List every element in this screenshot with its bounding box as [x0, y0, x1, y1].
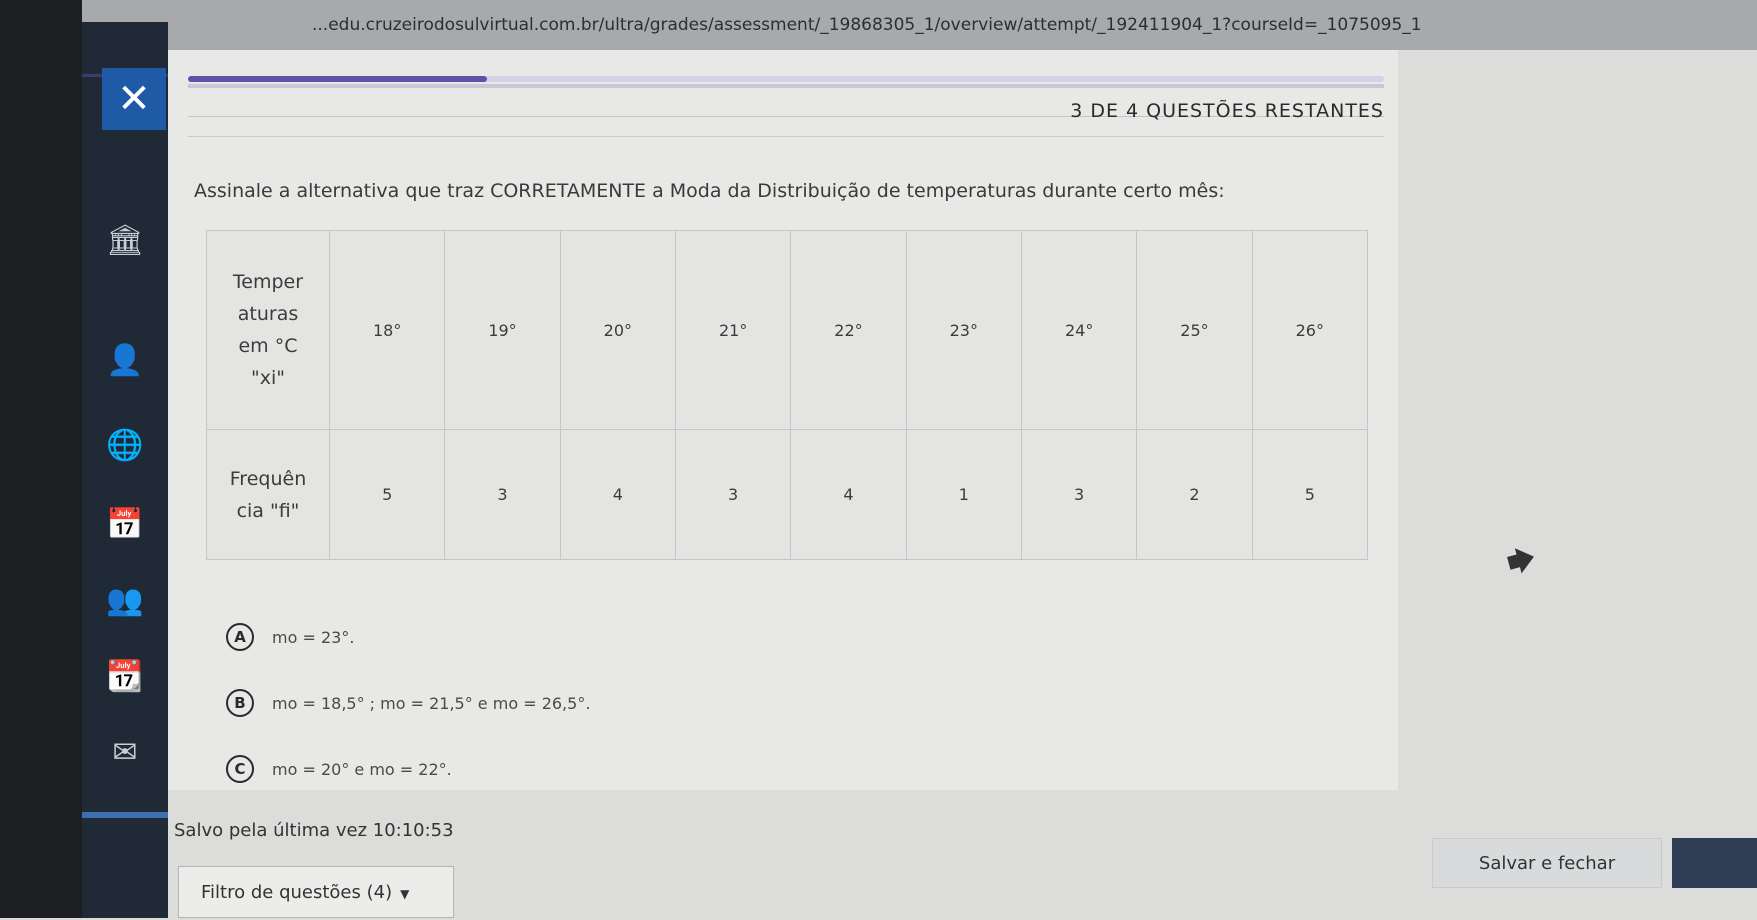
question-filter-label: Filtro de questões (4)	[201, 882, 393, 903]
frequency-cell: 5	[1251, 429, 1369, 560]
frequency-cell: 1	[905, 429, 1022, 560]
globe-icon[interactable]: 🌐	[106, 427, 144, 465]
temperature-cell: 22°	[790, 230, 907, 430]
temperature-header-cell: Temper aturas em °C "xi"	[206, 230, 330, 430]
table-row-temperatures: Temper aturas em °C "xi" 18° 19° 20° 21° 22…	[206, 230, 1369, 430]
question-filter-button[interactable]: Filtro de questões (4) ▼	[178, 866, 454, 918]
close-icon: ✕	[117, 76, 151, 122]
question-prompt: Assinale a alternativa que traz CORRETAM…	[194, 180, 1225, 202]
option-b-text: mo = 18,5° ; mo = 21,5° e mo = 26,5°.	[272, 693, 591, 713]
mouse-cursor-icon: 🡆	[1503, 540, 1540, 581]
table-row-frequencies: Frequên cia "fi" 5 3 4 3 4 1 3 2 5	[206, 429, 1369, 560]
frequency-cell: 3	[444, 429, 561, 560]
save-and-close-button[interactable]: Salvar e fechar	[1432, 838, 1662, 888]
groups-icon[interactable]: 👥	[106, 582, 144, 620]
option-b[interactable]: B mo = 18,5° ; mo = 21,5° e mo = 26,5°.	[226, 688, 590, 718]
frequency-cell: 4	[790, 429, 907, 560]
frequency-cell: 3	[674, 429, 792, 560]
option-a-letter[interactable]: A	[226, 623, 254, 651]
institution-icon[interactable]: 🏛	[106, 222, 144, 260]
sidebar: 🏛 👤 🌐 📅 👥 📆 ✉	[82, 22, 168, 918]
option-a-text: mo = 23°.	[272, 627, 355, 647]
frequency-cell: 2	[1136, 429, 1253, 560]
frequency-cell: 3	[1020, 429, 1138, 560]
progress-bar	[188, 76, 1384, 82]
last-saved-label: Salvo pela última vez 10:10:53	[174, 820, 454, 841]
temperature-cell: 25°	[1136, 230, 1253, 430]
chevron-down-icon: ▼	[400, 887, 410, 901]
frequency-header-cell: Frequên cia "fi"	[206, 429, 330, 560]
frequency-cell: 4	[559, 429, 676, 560]
mail-icon[interactable]: ✉	[106, 734, 144, 772]
option-c-letter[interactable]: C	[226, 755, 254, 783]
questions-remaining-label: 3 DE 4 QUESTÕES RESTANTES	[1070, 100, 1384, 122]
temperature-cell: 23°	[905, 230, 1022, 430]
sidebar-active-indicator	[82, 812, 168, 818]
temperature-cell: 20°	[559, 230, 676, 430]
temperature-cell: 19°	[444, 230, 561, 430]
temperature-cell: 24°	[1020, 230, 1138, 430]
temperature-cell: 21°	[674, 230, 792, 430]
monitor-bezel	[0, 0, 82, 918]
frequency-table: Temper aturas em °C "xi" 18° 19° 20° 21° 22…	[206, 230, 1369, 560]
temperature-cell: 26°	[1251, 230, 1369, 430]
progress-track-secondary	[188, 84, 1384, 88]
submit-button[interactable]	[1672, 838, 1757, 888]
temperature-cell: 18°	[328, 230, 446, 430]
calendar-icon[interactable]: 📅	[106, 506, 144, 544]
grades-icon[interactable]: 📆	[106, 658, 144, 696]
option-a[interactable]: A mo = 23°.	[226, 622, 354, 652]
divider	[188, 136, 1384, 137]
progress-bar-fill	[188, 76, 487, 82]
user-icon[interactable]: 👤	[106, 342, 144, 380]
browser-url-bar[interactable]: ...edu.cruzeirodosulvirtual.com.br/ultra…	[82, 0, 1757, 50]
close-button[interactable]: ✕	[102, 68, 166, 130]
frequency-cell: 5	[328, 429, 446, 560]
option-c-text: mo = 20° e mo = 22°.	[272, 759, 452, 779]
option-b-letter[interactable]: B	[226, 689, 254, 717]
option-c[interactable]: C mo = 20° e mo = 22°.	[226, 754, 452, 784]
